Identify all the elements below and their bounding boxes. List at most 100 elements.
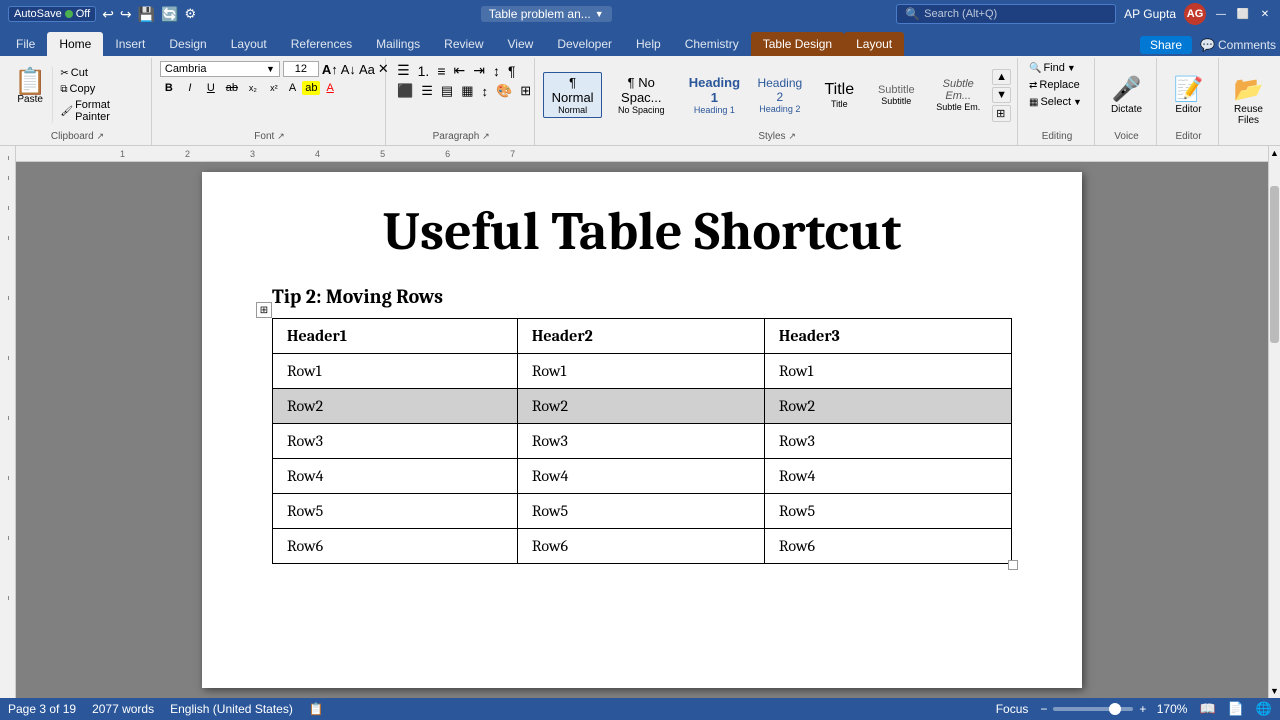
sort-btn[interactable]: ↕ [490, 62, 503, 80]
share-button[interactable]: Share [1140, 36, 1192, 54]
find-button[interactable]: 🔍 Find ▼ [1026, 61, 1079, 75]
zoom-thumb[interactable] [1109, 703, 1121, 715]
styles-up-btn[interactable]: ▲ [992, 69, 1011, 85]
dictate-button[interactable]: 🎤 Dictate [1107, 73, 1146, 117]
shading-btn[interactable]: 🎨 [493, 82, 515, 100]
doc-name-bar[interactable]: Table problem an... ▼ [481, 6, 612, 22]
font-name-selector[interactable]: Cambria ▼ [160, 61, 280, 77]
tab-insert[interactable]: Insert [103, 32, 157, 56]
style-heading1[interactable]: Heading 1 Heading 1 [680, 72, 748, 118]
multilevel-btn[interactable]: ≡ [434, 62, 448, 80]
table-cell[interactable]: Row5 [273, 494, 518, 529]
close-btn[interactable]: ✕ [1258, 7, 1272, 21]
table-cell[interactable]: Row6 [273, 529, 518, 564]
styles-down-btn[interactable]: ▼ [992, 87, 1011, 103]
tab-chemistry[interactable]: Chemistry [673, 32, 751, 56]
table-cell[interactable]: Row3 [517, 424, 764, 459]
tab-references[interactable]: References [279, 32, 364, 56]
tab-design[interactable]: Design [157, 32, 218, 56]
line-spacing-btn[interactable]: ↕ [479, 83, 492, 100]
align-right-btn[interactable]: ▤ [438, 82, 456, 100]
vertical-scrollbar[interactable]: ▲ ▼ [1268, 146, 1280, 698]
style-normal[interactable]: ¶ Normal Normal [543, 72, 602, 118]
style-heading2[interactable]: Heading 2 Heading 2 [749, 73, 810, 117]
table-cell[interactable]: Row1 [517, 354, 764, 389]
dropdown-icon[interactable]: ▼ [595, 9, 604, 19]
styles-expand[interactable]: ↗ [788, 131, 796, 141]
tab-table-layout[interactable]: Layout [844, 32, 904, 56]
editor-button[interactable]: 📝 Editor [1170, 73, 1208, 117]
table-cell[interactable]: Row4 [764, 459, 1011, 494]
font-size-decrease[interactable]: A↓ [341, 62, 356, 77]
tab-view[interactable]: View [496, 32, 546, 56]
proofing-icon[interactable]: 📋 [309, 702, 324, 716]
comments-button[interactable]: 💬 Comments [1200, 38, 1276, 52]
font-size-selector[interactable]: 12 [283, 61, 319, 77]
table-cell[interactable]: Row2 [273, 389, 518, 424]
font-expand[interactable]: ↗ [277, 131, 285, 141]
search-bar[interactable]: 🔍 Search (Alt+Q) [896, 4, 1116, 24]
strikethrough-button[interactable]: ab [223, 79, 241, 97]
text-effects-btn[interactable]: A [286, 81, 299, 95]
replace-button[interactable]: ⇄ Replace [1026, 78, 1083, 92]
bullets-btn[interactable]: ☰ [394, 61, 413, 80]
style-subtle-emphasis[interactable]: Subtle Em... Subtle Em. [925, 75, 991, 115]
table-cell[interactable]: Row1 [273, 354, 518, 389]
show-hide-btn[interactable]: ¶ [505, 62, 519, 80]
table-cell[interactable]: Row6 [517, 529, 764, 564]
indent-more-btn[interactable]: ⇥ [470, 61, 488, 80]
style-no-spacing[interactable]: ¶ No Spac... No Spacing [603, 72, 679, 118]
table-cell[interactable]: Row4 [273, 459, 518, 494]
scroll-up-btn[interactable]: ▲ [1269, 146, 1280, 160]
copy-button[interactable]: ⧉ Copy [57, 82, 145, 96]
undo-btn[interactable]: ↩ [102, 6, 114, 23]
scroll-thumb[interactable] [1270, 186, 1279, 343]
tab-home[interactable]: Home [47, 32, 103, 56]
tab-file[interactable]: File [4, 32, 47, 56]
table-cell[interactable]: Row3 [273, 424, 518, 459]
table-cell[interactable]: Row6 [764, 529, 1011, 564]
underline-button[interactable]: U [202, 79, 220, 97]
table-cell[interactable]: Row2 [764, 389, 1011, 424]
align-left-btn[interactable]: ⬛ [394, 82, 416, 100]
cut-button[interactable]: ✂ Cut [57, 66, 145, 80]
clipboard-expand[interactable]: ↗ [96, 131, 104, 141]
table-cell[interactable]: Row1 [764, 354, 1011, 389]
tab-layout[interactable]: Layout [219, 32, 279, 56]
table-cell[interactable]: Row5 [517, 494, 764, 529]
tab-developer[interactable]: Developer [545, 32, 624, 56]
align-center-btn[interactable]: ☰ [418, 82, 436, 100]
format-painter-button[interactable]: 🖌 Format Painter [57, 98, 145, 124]
view-print-btn[interactable]: 📄 [1228, 701, 1244, 717]
font-size-increase[interactable]: A↑ [322, 62, 338, 77]
autosave-badge[interactable]: AutoSave Off [8, 6, 96, 22]
save-btn[interactable]: 💾 [138, 6, 155, 23]
clear-format-btn[interactable]: Aa [359, 62, 375, 77]
text-highlight-btn[interactable]: ab [302, 81, 320, 95]
document-page[interactable]: Useful Table Shortcut Tip 2: Moving Rows… [202, 172, 1082, 688]
tab-table-design[interactable]: Table Design [751, 32, 844, 56]
view-read-btn[interactable]: 📖 [1199, 701, 1215, 717]
table-cell[interactable]: Row2 [517, 389, 764, 424]
borders-btn[interactable]: ⊞ [517, 82, 534, 100]
minimize-btn[interactable]: — [1214, 7, 1228, 21]
table-cell[interactable]: Row4 [517, 459, 764, 494]
select-dropdown[interactable]: ▼ [1073, 97, 1082, 107]
table-move-handle[interactable]: ⊞ [256, 302, 272, 318]
tab-mailings[interactable]: Mailings [364, 32, 432, 56]
paste-button[interactable]: 📋 Paste [10, 66, 53, 124]
zoom-slider[interactable] [1053, 707, 1133, 711]
user-avatar[interactable]: AG [1184, 3, 1206, 25]
indent-less-btn[interactable]: ⇤ [451, 61, 469, 80]
maximize-btn[interactable]: ⬜ [1236, 7, 1250, 21]
table-cell[interactable]: Row5 [764, 494, 1011, 529]
focus-btn[interactable]: Focus [996, 702, 1029, 716]
zoom-out-btn[interactable]: − [1040, 702, 1047, 716]
font-color-btn[interactable]: A [323, 81, 336, 95]
style-subtitle[interactable]: Subtitle Subtitle [868, 81, 924, 109]
table-resize-handle[interactable] [1008, 560, 1018, 570]
redo-btn[interactable]: ↪ [120, 6, 132, 23]
bold-button[interactable]: B [160, 79, 178, 97]
styles-more-btn[interactable]: ⊞ [992, 105, 1011, 122]
zoom-level[interactable]: 170% [1152, 702, 1187, 716]
